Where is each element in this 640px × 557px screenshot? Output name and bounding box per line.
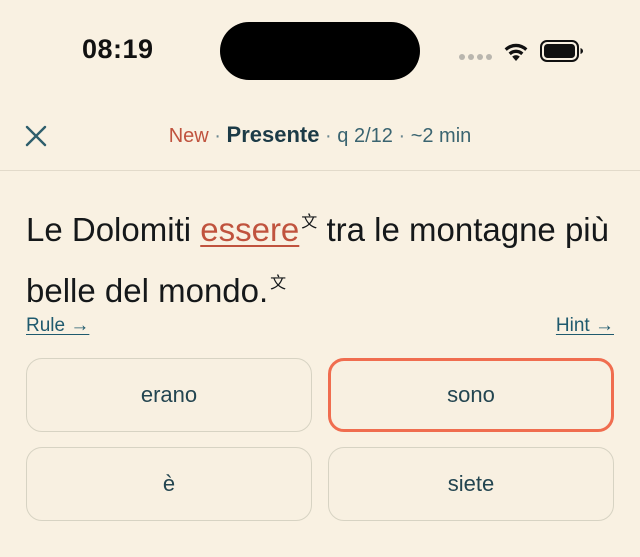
answer-option-erano[interactable]: erano (26, 358, 312, 432)
rule-link[interactable]: Rule → (26, 315, 89, 337)
exercise-sentence: Le Dolomiti essere 文 tra le montagne più … (26, 196, 616, 318)
sentence-before: Le Dolomiti (26, 211, 201, 248)
answer-option-sono[interactable]: sono (328, 358, 614, 432)
question-progress: q 2/12 (337, 125, 393, 147)
answer-option-e[interactable]: è (26, 447, 312, 521)
translate-icon[interactable]: 文 (301, 196, 317, 250)
status-bar: 08:19 (0, 0, 640, 100)
lesson-header: New · Presente · q 2/12 · ~2 min (0, 100, 640, 171)
hint-link[interactable]: Hint → (556, 315, 614, 337)
separator: · (398, 125, 406, 147)
lesson-meta: New · Presente · q 2/12 · ~2 min (0, 122, 640, 148)
translate-icon[interactable]: 文 (270, 257, 286, 311)
status-time: 08:19 (82, 34, 154, 64)
signal-dots-icon (459, 54, 493, 62)
answer-option-siete[interactable]: siete (328, 447, 614, 521)
lesson-title: Presente (226, 122, 320, 147)
separator: · (214, 125, 221, 147)
battery-icon (540, 40, 583, 62)
separator: · (325, 125, 332, 147)
blank-word[interactable]: essere (200, 211, 299, 248)
lesson-duration: ~2 min (410, 125, 472, 147)
new-badge: New (168, 125, 209, 147)
dynamic-island (220, 22, 420, 80)
wifi-icon (504, 43, 528, 61)
